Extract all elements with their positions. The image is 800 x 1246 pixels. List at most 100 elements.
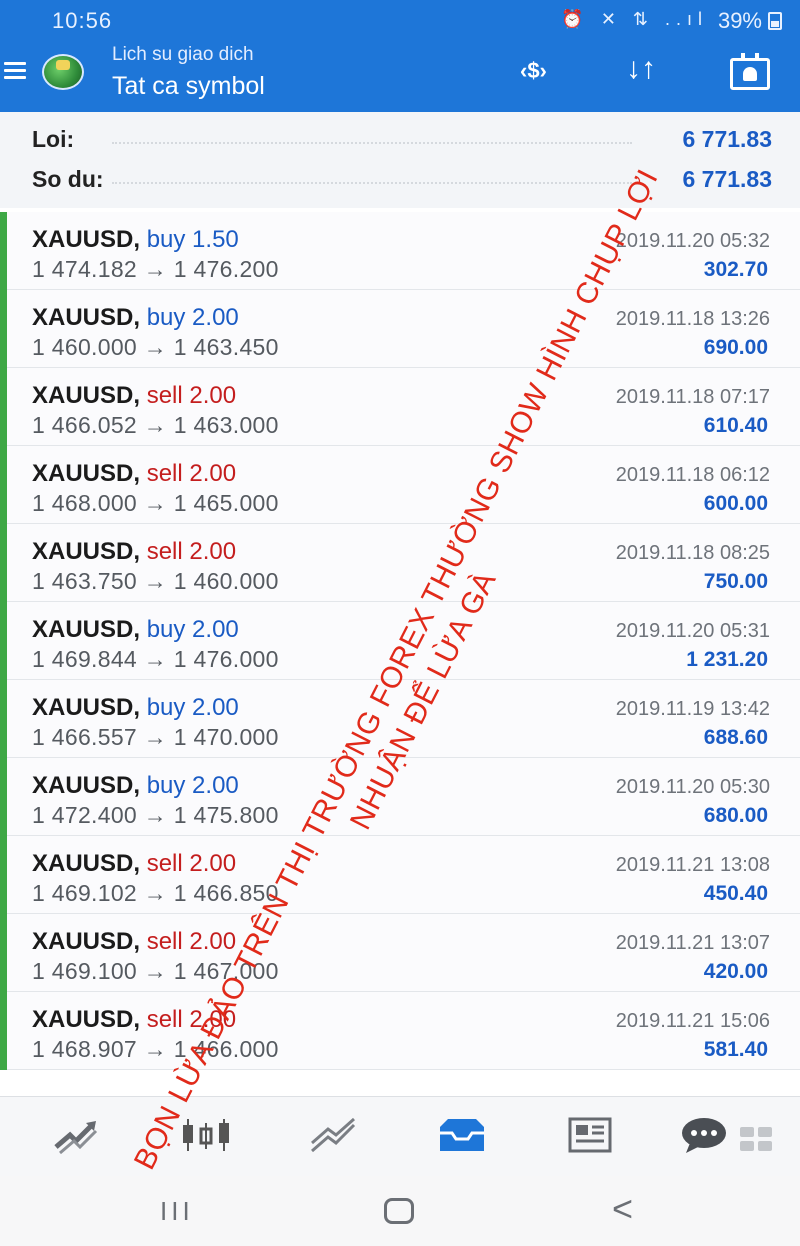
chat-icon[interactable] bbox=[676, 1113, 732, 1157]
trade-symbol: XAUUSD, buy 2.00 bbox=[32, 772, 239, 800]
trade-time: 2019.11.21 13:08 bbox=[615, 854, 770, 876]
system-nav: III < bbox=[0, 1176, 800, 1246]
trade-row[interactable]: XAUUSD, sell 2.00 1 463.750 → 1 460.000 20… bbox=[0, 524, 800, 602]
status-icons: ⏰ ✕ ⇅ ..ıl bbox=[561, 9, 708, 29]
header-subtitle: Lich su giao dich bbox=[112, 44, 254, 65]
recent-apps-button[interactable]: III bbox=[160, 1196, 194, 1227]
trade-symbol: XAUUSD, sell 2.00 bbox=[32, 850, 236, 878]
trade-time: 2019.11.20 05:32 bbox=[615, 230, 770, 252]
header-title[interactable]: Tat ca symbol bbox=[112, 72, 265, 101]
trade-prices: 1 463.750 → 1 460.000 bbox=[32, 568, 279, 594]
trade-prices: 1 460.000 → 1 463.450 bbox=[32, 334, 279, 360]
trade-symbol: XAUUSD, sell 2.00 bbox=[32, 538, 236, 566]
trade-side: buy 2.00 bbox=[146, 304, 239, 331]
trade-prices: 1 469.844 → 1 476.000 bbox=[32, 646, 279, 672]
back-button[interactable]: < bbox=[612, 1188, 633, 1230]
trade-symbol: XAUUSD, sell 2.00 bbox=[32, 382, 236, 410]
profit-indicator-bar bbox=[0, 290, 7, 368]
trade-symbol: XAUUSD, sell 2.00 bbox=[32, 928, 236, 956]
trade-side: sell 2.00 bbox=[146, 460, 237, 487]
trade-row[interactable]: XAUUSD, buy 2.00 1 469.844 → 1 476.000 201… bbox=[0, 602, 800, 680]
trade-prices: 1 468.907 → 1 466.000 bbox=[32, 1036, 279, 1062]
trade-row[interactable]: XAUUSD, sell 2.00 1 466.052 → 1 463.000 20… bbox=[0, 368, 800, 446]
profit-value: 6 771.83 bbox=[682, 126, 772, 152]
quotes-icon[interactable] bbox=[50, 1113, 106, 1157]
symbol-name: XAUUSD, bbox=[32, 460, 141, 487]
news-icon[interactable] bbox=[562, 1113, 618, 1157]
battery-level: 39% bbox=[717, 8, 762, 33]
profit-indicator-bar bbox=[0, 602, 7, 680]
trade-profit: 750.00 bbox=[703, 570, 768, 593]
trade-profit: 302.70 bbox=[703, 258, 768, 281]
trade-row[interactable]: XAUUSD, sell 2.00 1 469.102 → 1 466.850 20… bbox=[0, 836, 800, 914]
trade-icon[interactable] bbox=[306, 1113, 362, 1157]
trade-profit: 581.40 bbox=[703, 1038, 768, 1061]
symbol-name: XAUUSD, bbox=[32, 928, 141, 955]
trade-profit: 610.40 bbox=[703, 414, 768, 437]
home-button[interactable] bbox=[384, 1198, 414, 1224]
profit-indicator-bar bbox=[0, 992, 7, 1070]
trade-symbol: XAUUSD, sell 2.00 bbox=[32, 460, 236, 488]
trade-side: buy 2.00 bbox=[146, 694, 239, 721]
dotted-leader bbox=[112, 182, 632, 184]
trade-prices: 1 468.000 → 1 465.000 bbox=[32, 490, 279, 516]
dotted-leader bbox=[112, 142, 632, 144]
profit-indicator-bar bbox=[0, 446, 7, 524]
trade-side: buy 2.00 bbox=[146, 616, 239, 643]
balance-row: So du: 6 771.83 bbox=[32, 156, 772, 196]
app-header: 10:56 ⏰ ✕ ⇅ ..ıl 39% Lich su giao dich T… bbox=[0, 0, 800, 112]
profit-indicator-bar bbox=[0, 212, 7, 290]
trade-row[interactable]: XAUUSD, buy 2.00 1 472.400 → 1 475.800 201… bbox=[0, 758, 800, 836]
trade-time: 2019.11.18 13:26 bbox=[615, 308, 770, 330]
history-icon[interactable] bbox=[434, 1113, 490, 1157]
symbol-name: XAUUSD, bbox=[32, 382, 141, 409]
profit-indicator-bar bbox=[0, 680, 7, 758]
trade-side: buy 1.50 bbox=[146, 226, 239, 253]
trade-symbol: XAUUSD, buy 2.00 bbox=[32, 304, 239, 332]
trade-time: 2019.11.21 15:06 bbox=[615, 1010, 770, 1032]
trade-symbol: XAUUSD, buy 2.00 bbox=[32, 694, 239, 722]
profit-label: Loi: bbox=[32, 126, 75, 152]
trade-row[interactable]: XAUUSD, sell 2.00 1 469.100 → 1 467.000 20… bbox=[0, 914, 800, 992]
trade-time: 2019.11.19 13:42 bbox=[615, 698, 770, 720]
trade-time: 2019.11.20 05:31 bbox=[615, 620, 770, 642]
currency-icon[interactable]: ‹$› bbox=[520, 58, 580, 98]
trade-profit: 450.40 bbox=[703, 882, 768, 905]
profit-indicator-bar bbox=[0, 368, 7, 446]
trade-side: buy 2.00 bbox=[146, 772, 239, 799]
symbol-name: XAUUSD, bbox=[32, 850, 141, 877]
trade-profit: 1 231.20 bbox=[686, 648, 768, 671]
profit-row: Loi: 6 771.83 bbox=[32, 116, 772, 156]
profit-indicator-bar bbox=[0, 836, 7, 914]
trade-time: 2019.11.20 05:30 bbox=[615, 776, 770, 798]
menu-icon[interactable] bbox=[4, 62, 26, 80]
trade-row[interactable]: XAUUSD, sell 2.00 1 468.907 → 1 466.000 20… bbox=[0, 992, 800, 1070]
summary-panel: Loi: 6 771.83 So du: 6 771.83 bbox=[0, 112, 800, 208]
trade-profit: 690.00 bbox=[703, 336, 768, 359]
trade-side: sell 2.00 bbox=[146, 850, 237, 877]
chart-icon[interactable] bbox=[178, 1113, 234, 1157]
battery-icon bbox=[768, 12, 782, 30]
trade-side: sell 2.00 bbox=[146, 382, 237, 409]
trade-row[interactable]: XAUUSD, buy 1.50 1 474.182 → 1 476.200 201… bbox=[0, 212, 800, 290]
profit-indicator-bar bbox=[0, 758, 7, 836]
trade-prices: 1 469.102 → 1 466.850 bbox=[32, 880, 279, 906]
calendar-icon[interactable] bbox=[730, 53, 770, 90]
trade-prices: 1 469.100 → 1 467.000 bbox=[32, 958, 279, 984]
bottom-nav bbox=[0, 1096, 800, 1176]
app-logo bbox=[42, 54, 84, 90]
trade-time: 2019.11.18 08:25 bbox=[615, 542, 770, 564]
symbol-name: XAUUSD, bbox=[32, 226, 141, 253]
symbol-name: XAUUSD, bbox=[32, 694, 141, 721]
symbol-name: XAUUSD, bbox=[32, 616, 141, 643]
trade-row[interactable]: XAUUSD, buy 2.00 1 460.000 → 1 463.450 201… bbox=[0, 290, 800, 368]
profit-indicator-bar bbox=[0, 524, 7, 602]
sort-icon[interactable]: ↓↑ bbox=[626, 52, 676, 92]
trade-row[interactable]: XAUUSD, sell 2.00 1 468.000 → 1 465.000 20… bbox=[0, 446, 800, 524]
symbol-name: XAUUSD, bbox=[32, 304, 141, 331]
trade-symbol: XAUUSD, buy 2.00 bbox=[32, 616, 239, 644]
symbol-name: XAUUSD, bbox=[32, 772, 141, 799]
trade-side: sell 2.00 bbox=[146, 538, 237, 565]
more-icon[interactable] bbox=[736, 1113, 792, 1157]
trade-row[interactable]: XAUUSD, buy 2.00 1 466.557 → 1 470.000 201… bbox=[0, 680, 800, 758]
